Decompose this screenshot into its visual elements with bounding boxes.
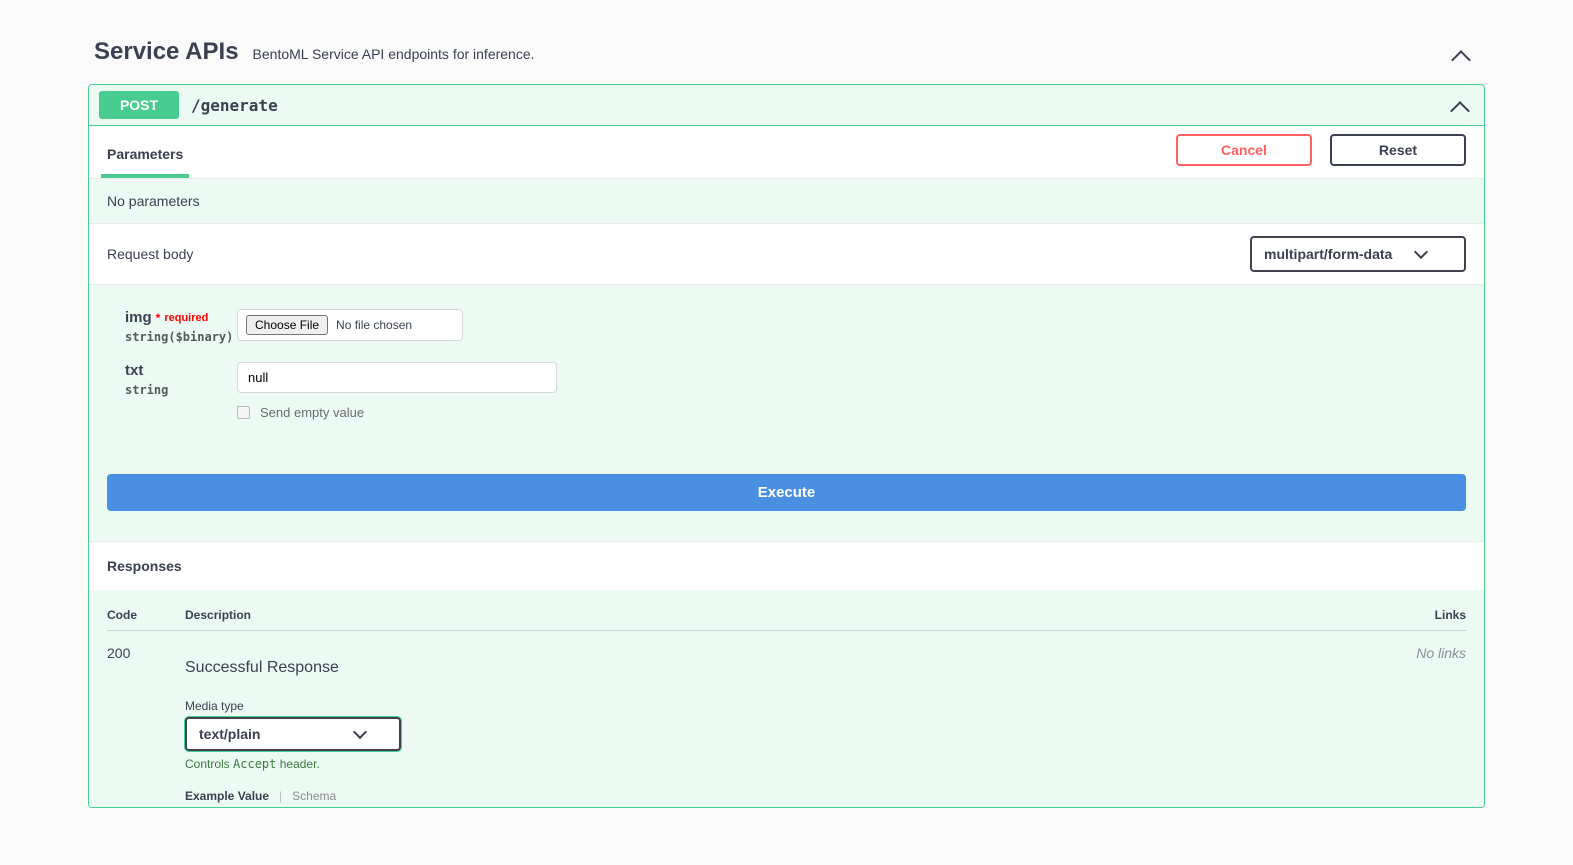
operation-summary[interactable]: POST /generate — [89, 85, 1484, 126]
file-status: No file chosen — [336, 318, 412, 332]
request-body-header: Request body multipart/form-data — [89, 223, 1484, 285]
http-method-badge: POST — [99, 91, 179, 119]
param-name-img: img * required — [125, 309, 208, 326]
request-body-params: img * required string($binary) Choose Fi… — [89, 285, 1484, 541]
param-row-txt: txt string Send empty value — [107, 362, 1466, 420]
col-code: Code — [107, 608, 185, 622]
param-type-txt: string — [125, 383, 227, 397]
section-subtitle: BentoML Service API endpoints for infere… — [253, 46, 535, 62]
response-links: No links — [1386, 645, 1466, 807]
param-row-img: img * required string($binary) Choose Fi… — [107, 309, 1466, 344]
required-label: required — [164, 312, 208, 324]
content-type-value: multipart/form-data — [1264, 246, 1392, 262]
response-row-200: 200 Successful Response Media type text/… — [107, 631, 1466, 807]
tab-divider: | — [279, 789, 282, 803]
param-type-img: string($binary) — [125, 330, 227, 344]
chevron-down-icon — [355, 726, 365, 742]
txt-input[interactable] — [237, 362, 557, 393]
accept-header-note: Controls Accept header. — [185, 757, 1386, 771]
request-body-label: Request body — [107, 246, 193, 262]
no-parameters-notice: No parameters — [89, 179, 1484, 223]
section-title: Service APIs — [94, 38, 239, 66]
execute-button[interactable]: Execute — [107, 474, 1466, 511]
tab-schema[interactable]: Schema — [292, 789, 336, 803]
media-type-label: Media type — [185, 699, 1386, 713]
send-empty-checkbox[interactable] — [237, 406, 250, 419]
col-links: Links — [1386, 608, 1466, 622]
file-input[interactable]: Choose File No file chosen — [237, 309, 463, 341]
chevron-up-icon[interactable] — [1451, 48, 1471, 64]
operation-block: POST /generate Parameters Cancel Reset N… — [88, 84, 1485, 808]
responses-table-head: Code Description Links — [107, 608, 1466, 631]
media-type-select[interactable]: text/plain — [185, 717, 401, 751]
required-star-icon: * — [156, 311, 161, 325]
chevron-down-icon — [1416, 246, 1426, 262]
tab-parameters[interactable]: Parameters — [101, 136, 189, 178]
chevron-up-icon[interactable] — [1450, 99, 1470, 115]
content-type-select[interactable]: multipart/form-data — [1250, 236, 1466, 272]
param-name-txt: txt — [125, 362, 143, 379]
response-description: Successful Response — [185, 659, 1386, 677]
responses-header: Responses — [89, 541, 1484, 590]
reset-button[interactable]: Reset — [1330, 134, 1466, 166]
cancel-button[interactable]: Cancel — [1176, 134, 1312, 166]
response-code: 200 — [107, 645, 185, 807]
send-empty-label: Send empty value — [260, 405, 364, 420]
endpoint-path: /generate — [191, 96, 278, 115]
media-type-value: text/plain — [199, 726, 260, 742]
col-desc: Description — [185, 608, 1386, 622]
section-header[interactable]: Service APIs BentoML Service API endpoin… — [88, 20, 1485, 84]
parameters-tab-row: Parameters Cancel Reset — [89, 126, 1484, 179]
choose-file-button[interactable]: Choose File — [246, 315, 328, 335]
responses-body: Code Description Links 200 Successful Re… — [89, 590, 1484, 807]
tab-example-value[interactable]: Example Value — [185, 789, 269, 803]
